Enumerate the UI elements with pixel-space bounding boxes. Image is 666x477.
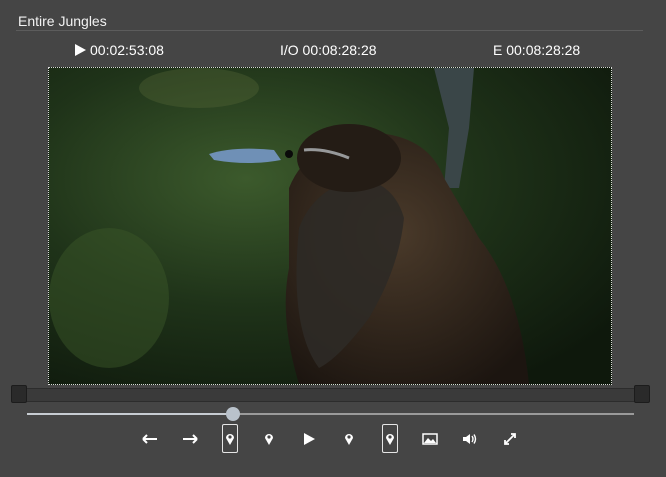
current-timecode: 00:02:53:08 bbox=[75, 42, 164, 58]
end-timecode: E 00:08:28:28 bbox=[493, 42, 581, 58]
window-title: Entire Jungles bbox=[18, 13, 107, 29]
player-controls bbox=[0, 424, 666, 454]
play-icon bbox=[304, 433, 315, 445]
arrow-right-icon bbox=[183, 434, 198, 444]
io-timecode: I/O 00:08:28:28 bbox=[280, 42, 377, 58]
step-back-button[interactable] bbox=[140, 424, 160, 454]
current-timecode-value: 00:02:53:08 bbox=[90, 42, 164, 58]
timeline-out-handle[interactable] bbox=[634, 385, 650, 403]
playback-progress-track[interactable] bbox=[27, 407, 634, 421]
video-frame bbox=[49, 68, 611, 384]
fullscreen-icon bbox=[504, 433, 516, 445]
marker-button[interactable] bbox=[259, 424, 279, 454]
arrow-left-icon bbox=[142, 434, 157, 444]
marker-icon bbox=[345, 434, 353, 445]
step-forward-button[interactable] bbox=[180, 424, 200, 454]
volume-icon bbox=[463, 434, 477, 444]
marker-icon bbox=[265, 434, 273, 445]
image-icon bbox=[422, 433, 438, 445]
play-button[interactable] bbox=[299, 424, 319, 454]
title-divider bbox=[16, 30, 643, 31]
marker-in-icon bbox=[226, 433, 234, 445]
marker-out-icon bbox=[386, 433, 394, 445]
snapshot-button[interactable] bbox=[420, 424, 440, 454]
playback-progress-thumb[interactable] bbox=[226, 407, 240, 421]
timeline-scrub-track[interactable] bbox=[18, 388, 642, 402]
fullscreen-button[interactable] bbox=[500, 424, 520, 454]
mark-in-button[interactable] bbox=[222, 424, 238, 453]
video-viewport[interactable] bbox=[48, 67, 612, 385]
volume-button[interactable] bbox=[460, 424, 480, 454]
play-indicator-icon bbox=[75, 44, 86, 56]
marker-button-2[interactable] bbox=[339, 424, 359, 454]
playback-progress-fill bbox=[27, 413, 233, 415]
timeline-in-handle[interactable] bbox=[11, 385, 27, 403]
mark-out-button[interactable] bbox=[382, 424, 398, 453]
